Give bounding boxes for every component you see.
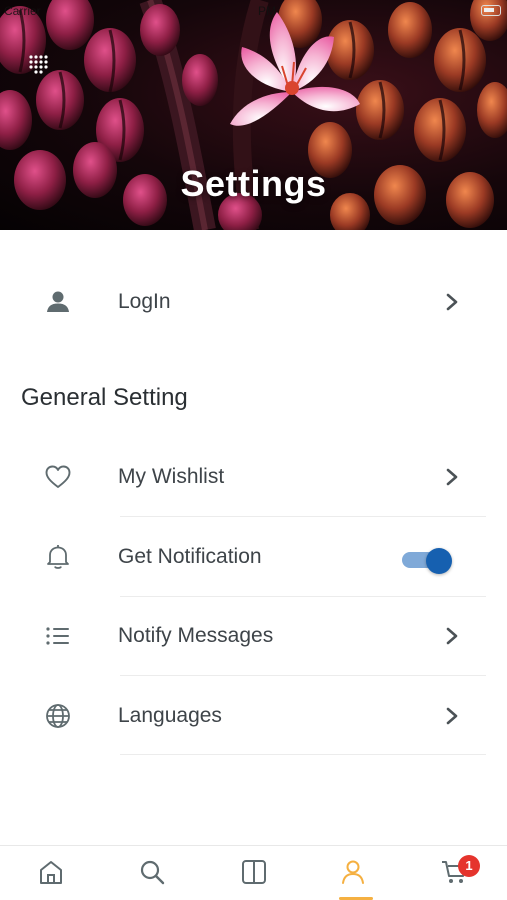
person-icon [47,291,69,312]
header-banner: Carrier PM Settings [0,0,507,230]
nav-cart[interactable]: 1 [424,846,484,900]
toggle-knob [426,548,452,574]
heart-icon [45,465,71,488]
chevron-right-icon [446,293,458,311]
status-carrier: Carrier [4,4,41,18]
divider [120,516,486,517]
chevron-right-icon [446,468,458,486]
nav-categories[interactable] [224,846,284,900]
list-icon [46,627,69,645]
search-icon [140,860,165,885]
cart-badge: 1 [458,855,480,877]
wishlist-label: My Wishlist [118,465,225,488]
notify-messages-row[interactable]: Notify Messages [0,600,507,670]
page-title: Settings [180,163,327,204]
notification-toggle[interactable] [402,548,452,574]
section-title-general: General Setting [21,384,188,411]
wishlist-row[interactable]: My Wishlist [0,441,507,511]
login-label: LogIn [118,290,171,313]
notification-row: Get Notification [0,521,507,591]
user-icon [342,860,364,884]
home-icon [40,861,62,884]
notification-label: Get Notification [118,545,262,568]
divider [120,596,486,597]
nav-home[interactable] [21,846,81,900]
battery-icon [481,5,501,16]
chevron-right-icon [446,707,458,725]
notify-messages-label: Notify Messages [118,624,274,647]
nav-profile[interactable] [323,846,383,900]
login-row[interactable]: LogIn [0,266,507,336]
languages-label: Languages [118,704,222,727]
nav-search[interactable] [122,846,182,900]
bell-icon [47,545,69,569]
status-bar: Carrier PM [0,0,507,22]
bottom-nav: 1 [0,845,507,900]
languages-row[interactable]: Languages [0,680,507,750]
chevron-right-icon [446,627,458,645]
globe-icon [46,704,70,728]
divider [120,675,486,676]
dots-grid-icon[interactable] [26,52,52,78]
columns-icon [242,860,266,884]
divider [120,754,486,755]
status-time: PM [258,4,276,18]
